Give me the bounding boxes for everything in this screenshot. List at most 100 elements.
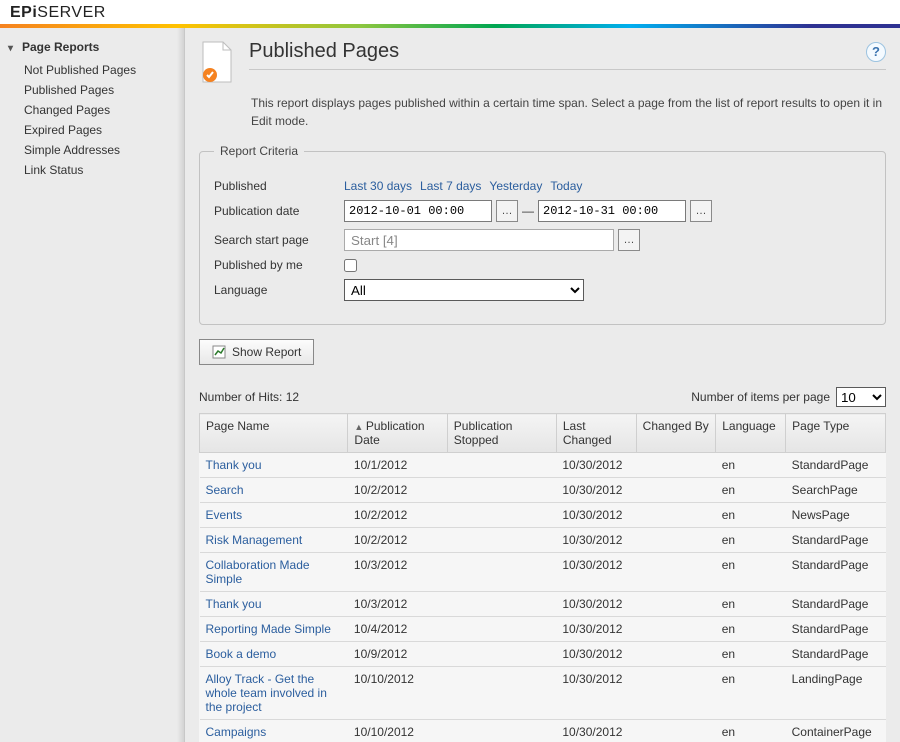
col-page-type[interactable]: Page Type	[786, 414, 886, 453]
cell-type: StandardPage	[786, 642, 886, 667]
cell-lastchg: 10/30/2012	[556, 667, 636, 720]
items-per-page-select[interactable]: 10	[836, 387, 886, 407]
page-description: This report displays pages published wit…	[251, 94, 886, 130]
table-row: Search10/2/201210/30/2012enSearchPage	[200, 478, 886, 503]
date-from-input[interactable]	[344, 200, 492, 222]
page-title: Published Pages	[249, 40, 399, 63]
page-link[interactable]: Risk Management	[206, 533, 303, 547]
sidebar: Page Reports Not Published PagesPublishe…	[0, 28, 185, 742]
start-page-browse-icon[interactable]: …	[618, 229, 640, 251]
brand-logo: EPiSERVER	[10, 4, 106, 21]
cell-chgby	[636, 667, 716, 720]
date-to-input[interactable]	[538, 200, 686, 222]
sidebar-item-changed-pages[interactable]: Changed Pages	[8, 100, 176, 120]
sidebar-item-not-published-pages[interactable]: Not Published Pages	[8, 60, 176, 80]
col-language[interactable]: Language	[716, 414, 786, 453]
date-separator: —	[522, 204, 534, 218]
cell-lang: en	[716, 453, 786, 478]
cell-lang: en	[716, 592, 786, 617]
page-link[interactable]: Search	[206, 483, 244, 497]
col-last-changed[interactable]: Last Changed	[556, 414, 636, 453]
cell-type: NewsPage	[786, 503, 886, 528]
cell-pubdate: 10/2/2012	[348, 503, 447, 528]
cell-pubdate: 10/9/2012	[348, 642, 447, 667]
published-by-me-label: Published by me	[214, 258, 344, 272]
cell-lastchg: 10/30/2012	[556, 592, 636, 617]
cell-type: StandardPage	[786, 528, 886, 553]
sidebar-group-page-reports[interactable]: Page Reports	[8, 40, 176, 54]
start-page-input[interactable]	[344, 229, 614, 251]
sidebar-item-simple-addresses[interactable]: Simple Addresses	[8, 140, 176, 160]
published-label: Published	[214, 179, 344, 193]
cell-pubstop	[447, 592, 556, 617]
date-from-picker-icon[interactable]: …	[496, 200, 518, 222]
topbar: EPiSERVER	[0, 0, 900, 28]
cell-lastchg: 10/30/2012	[556, 503, 636, 528]
quick-link-today[interactable]: Today	[550, 179, 582, 193]
table-row: Book a demo10/9/201210/30/2012enStandard…	[200, 642, 886, 667]
cell-pubstop	[447, 720, 556, 742]
report-criteria: Report Criteria Published Last 30 daysLa…	[199, 144, 886, 325]
cell-lastchg: 10/30/2012	[556, 453, 636, 478]
cell-lang: en	[716, 503, 786, 528]
page-link[interactable]: Book a demo	[206, 647, 277, 661]
page-link[interactable]: Reporting Made Simple	[206, 622, 331, 636]
show-report-button[interactable]: Show Report	[199, 339, 314, 365]
cell-lastchg: 10/30/2012	[556, 720, 636, 742]
sidebar-item-published-pages[interactable]: Published Pages	[8, 80, 176, 100]
table-row: Events 10/2/2012 10/30/2012 enNewsPage	[200, 503, 886, 528]
col-publication-stopped[interactable]: Publication Stopped	[447, 414, 556, 453]
cell-type: LandingPage	[786, 667, 886, 720]
start-page-label: Search start page	[214, 233, 344, 247]
page-link[interactable]: Collaboration Made Simple	[206, 558, 310, 586]
cell-lastchg: 10/30/2012	[556, 553, 636, 592]
col-page-name[interactable]: Page Name	[200, 414, 348, 453]
cell-lang: en	[716, 617, 786, 642]
cell-pubstop	[447, 478, 556, 503]
cell-lang: en	[716, 642, 786, 667]
table-row: Collaboration Made Simple10/3/201210/30/…	[200, 553, 886, 592]
quick-link-last-30-days[interactable]: Last 30 days	[344, 179, 412, 193]
cell-type: StandardPage	[786, 553, 886, 592]
date-to-picker-icon[interactable]: …	[690, 200, 712, 222]
results-table: Page Name Publication Date Publication S…	[199, 413, 886, 742]
language-label: Language	[214, 283, 344, 297]
cell-chgby	[636, 503, 716, 528]
cell-chgby	[636, 617, 716, 642]
table-row: Campaigns10/10/201210/30/2012enContainer…	[200, 720, 886, 742]
cell-lang: en	[716, 553, 786, 592]
cell-chgby	[636, 592, 716, 617]
report-icon	[212, 345, 226, 359]
cell-pubdate: 10/2/2012	[348, 478, 447, 503]
items-per-page: Number of items per page 10	[691, 387, 886, 407]
table-row: Reporting Made Simple10/4/201210/30/2012…	[200, 617, 886, 642]
table-row: Thank you10/3/201210/30/2012enStandardPa…	[200, 592, 886, 617]
cell-pubdate: 10/3/2012	[348, 592, 447, 617]
cell-pubstop	[447, 453, 556, 478]
page-link[interactable]: Campaigns	[206, 725, 267, 739]
sidebar-item-link-status[interactable]: Link Status	[8, 160, 176, 180]
cell-lang: en	[716, 528, 786, 553]
quick-link-last-7-days[interactable]: Last 7 days	[420, 179, 481, 193]
col-changed-by[interactable]: Changed By	[636, 414, 716, 453]
sidebar-item-expired-pages[interactable]: Expired Pages	[8, 120, 176, 140]
language-select[interactable]: All	[344, 279, 584, 301]
cell-pubstop	[447, 503, 556, 528]
cell-pubdate: 10/1/2012	[348, 453, 447, 478]
col-publication-date[interactable]: Publication Date	[348, 414, 447, 453]
quick-link-yesterday[interactable]: Yesterday	[489, 179, 542, 193]
published-by-me-checkbox[interactable]	[344, 259, 357, 272]
table-row: Alloy Track - Get the whole team involve…	[200, 667, 886, 720]
table-row: Risk Management10/2/201210/30/2012enStan…	[200, 528, 886, 553]
cell-pubstop	[447, 617, 556, 642]
page-link[interactable]: Thank you	[206, 597, 262, 611]
cell-chgby	[636, 453, 716, 478]
cell-chgby	[636, 478, 716, 503]
cell-type: StandardPage	[786, 617, 886, 642]
help-icon[interactable]: ?	[866, 42, 886, 62]
page-link[interactable]: Thank you	[206, 458, 262, 472]
document-icon	[199, 40, 235, 84]
page-link[interactable]: Alloy Track - Get the whole team involve…	[206, 672, 327, 714]
cell-chgby	[636, 642, 716, 667]
page-link[interactable]: Events	[206, 508, 243, 522]
